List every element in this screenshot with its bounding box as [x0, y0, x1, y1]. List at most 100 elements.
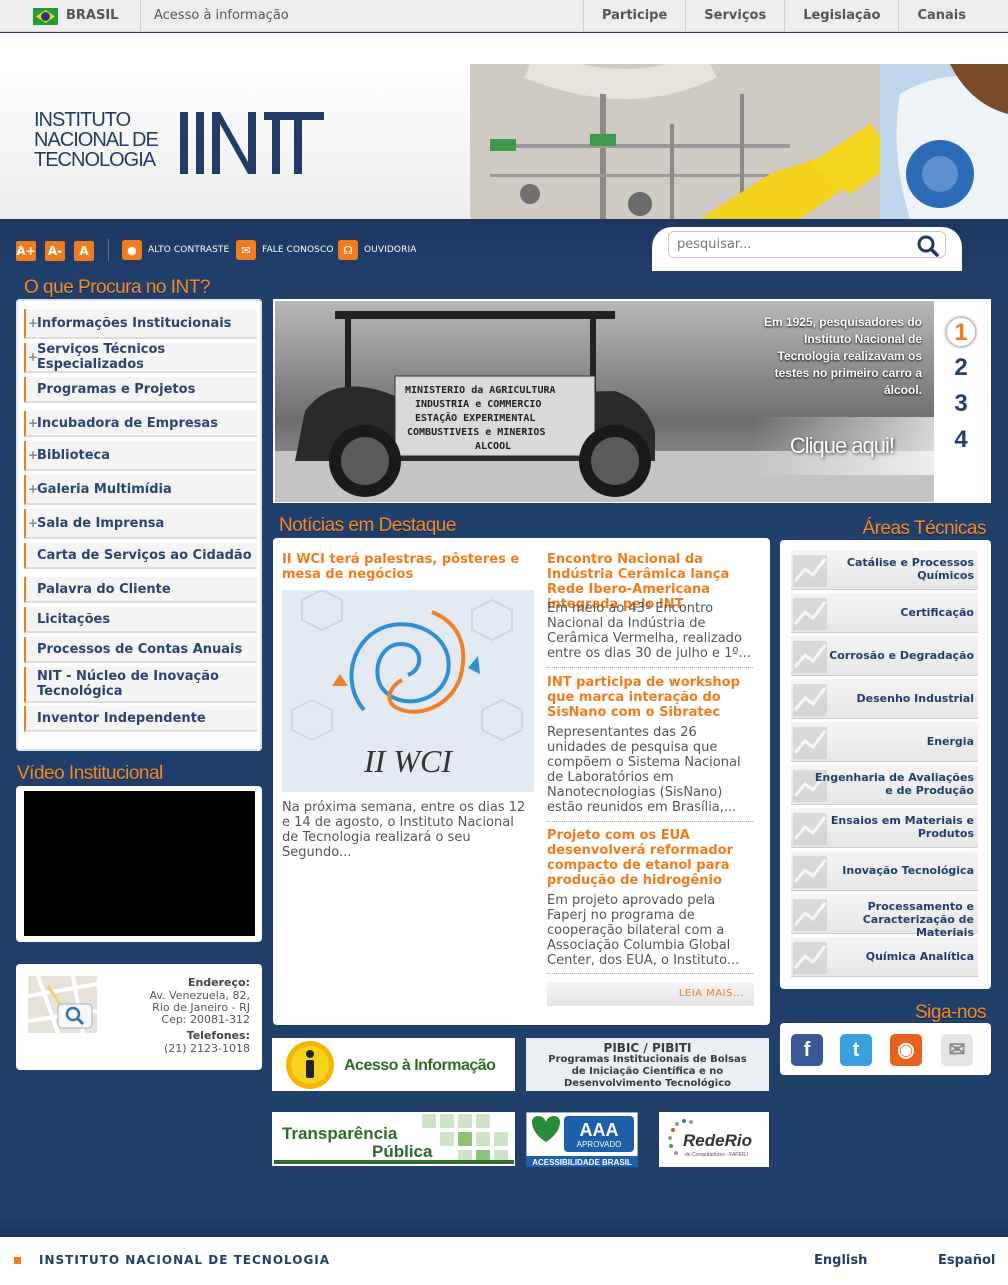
twitter-icon[interactable]: t	[840, 1034, 872, 1066]
area-item[interactable]: Processamento e Caracterização de Materi…	[791, 894, 978, 939]
gov-nav-participe[interactable]: Participe	[582, 0, 685, 32]
car-sign-line-4: COMBUSTIVEIS e MINERIOS	[407, 427, 545, 438]
left-menu-title: O que Procura no INT?	[24, 277, 210, 298]
area-item[interactable]: Corrosão e Degradação	[791, 636, 978, 676]
video-player[interactable]	[24, 791, 255, 936]
contact-button[interactable]: ✉ FALE CONOSCO	[236, 240, 334, 260]
search-input[interactable]	[669, 232, 909, 257]
area-item[interactable]: Química Analítica	[791, 937, 978, 977]
menu-item[interactable]: Licitações	[24, 607, 257, 633]
expand-plus-icon[interactable]: +	[28, 448, 38, 463]
menu-item-label: Serviços Técnicos Especializados	[37, 342, 166, 372]
font-reset-button[interactable]: A	[74, 241, 94, 261]
gov-nav-legislacao[interactable]: Legislação	[784, 0, 898, 32]
area-item[interactable]: Ensaios em Materiais e Produtos	[791, 808, 978, 848]
expand-plus-icon[interactable]: +	[28, 350, 38, 365]
feature-image-text: II WCI	[363, 743, 453, 779]
slide-page-4[interactable]: 4	[946, 425, 976, 455]
int-logo-icon[interactable]	[178, 110, 328, 176]
address-label: Endereço:	[187, 976, 250, 989]
language-english-link[interactable]: English	[814, 1253, 867, 1268]
map-thumbnail[interactable]	[28, 976, 97, 1033]
slide-cta-button[interactable]: Clique aqui!	[754, 417, 934, 475]
high-contrast-button[interactable]: ● ALTO CONTRASTE	[122, 240, 229, 260]
area-item-label: Corrosão e Degradação	[829, 649, 974, 662]
news-divider	[547, 667, 753, 668]
search-box	[668, 231, 946, 258]
menu-item-label: Inventor Independente	[37, 710, 206, 726]
gov-access-link[interactable]: Acesso à informação	[154, 8, 289, 23]
rederio-banner[interactable]: RedeRio de Computadores - FAPERJ	[659, 1112, 769, 1167]
slide-page-3[interactable]: 3	[946, 389, 976, 419]
email-icon[interactable]: ✉	[941, 1034, 973, 1066]
expand-plus-icon[interactable]: +	[28, 416, 38, 431]
language-spanish-link[interactable]: Español	[938, 1253, 995, 1268]
feature-headline[interactable]: II WCI terá palestras, pôsteres e mesa d…	[282, 552, 530, 582]
feature-image[interactable]: II WCI	[282, 590, 534, 792]
menu-item[interactable]: Carta de Serviços ao Cidadão	[24, 543, 257, 569]
area-item[interactable]: Desenho Industrial	[791, 679, 978, 719]
rss-icon[interactable]: ◉	[890, 1034, 922, 1066]
pibic-subtitle-line: Programas Institucionais de Bolsas	[548, 1054, 747, 1065]
ombudsman-button[interactable]: ☊ OUVIDORIA	[338, 240, 416, 260]
menu-item[interactable]: + Incubadora de Empresas	[24, 411, 257, 437]
transparencia-banner[interactable]: Transparência Pública	[272, 1112, 515, 1166]
news-item-2-headline[interactable]: INT participa de workshop que marca inte…	[547, 675, 757, 720]
news-item-2-summary: Representantes das 26 unidades de pesqui…	[547, 725, 741, 815]
area-item[interactable]: Inovação Tecnológica	[791, 851, 978, 891]
menu-item[interactable]: + Galeria Multimídia	[24, 475, 257, 505]
expand-plus-icon[interactable]: +	[28, 316, 38, 331]
toolbar-divider	[108, 239, 109, 261]
news-item-3-summary: Em projeto aprovado pela Faperj no progr…	[547, 893, 740, 968]
gov-nav-servicos[interactable]: Serviços	[685, 0, 784, 32]
search-icon[interactable]	[917, 235, 939, 257]
gov-bar: BRASIL Acesso à informação Participe Ser…	[0, 0, 1008, 32]
slide-page-2[interactable]: 2	[946, 353, 976, 383]
phone-number: (21) 2123-1018	[163, 1042, 250, 1055]
read-more-button[interactable]: LEIA MAIS...	[547, 982, 754, 1006]
video-title: Vídeo Institucional	[17, 763, 163, 784]
gov-nav: Participe Serviços Legislação Canais	[582, 0, 1008, 32]
area-item[interactable]: Certificação	[791, 593, 978, 633]
slide-caption: Em 1925, pesquisadores do Instituto Naci…	[763, 315, 922, 397]
menu-item[interactable]: Programas e Projetos	[24, 377, 257, 403]
logo-wordmark[interactable]: INSTITUTO NACIONAL DE TECNOLOGIA	[34, 110, 159, 170]
menu-item-label: Licitações	[37, 611, 111, 627]
area-item[interactable]: Catálise e Processos Químicos	[791, 550, 978, 590]
area-item-label: Catálise e Processos Químicos	[846, 556, 974, 582]
area-item-label: Energia	[926, 735, 974, 748]
news-item-3-headline[interactable]: Projeto com os EUA desenvolverá reformad…	[547, 828, 757, 888]
menu-item[interactable]: + Informações Institucionais	[24, 309, 257, 339]
phone-label: Telefones:	[186, 1029, 250, 1042]
menu-item[interactable]: Palavra do Cliente	[24, 577, 257, 603]
menu-item-label: Sala de Imprensa	[37, 515, 165, 531]
font-increase-button[interactable]: A+	[16, 241, 36, 261]
acesso-informacao-banner[interactable]: Acesso à Informação	[272, 1038, 515, 1091]
high-contrast-label: ALTO CONTRASTE	[148, 245, 230, 255]
gov-country-link[interactable]: BRASIL	[66, 8, 118, 23]
expand-plus-icon[interactable]: +	[28, 516, 38, 531]
car-sign-line-3: ESTAÇÃO EXPERIMENTAL	[415, 411, 535, 424]
menu-item-label: Carta de Serviços ao Cidadão	[37, 547, 252, 563]
expand-plus-icon[interactable]: +	[28, 482, 38, 497]
menu-item[interactable]: + Serviços Técnicos Especializados	[24, 342, 257, 373]
facebook-icon[interactable]: f	[791, 1034, 823, 1066]
gov-nav-canais[interactable]: Canais	[898, 0, 1008, 32]
font-decrease-button[interactable]: A-	[45, 241, 65, 261]
area-item-label: Processamento e Caracterização de Materi…	[862, 900, 974, 939]
acessibilidade-banner[interactable]: AAA APROVADO ACESSIBILIDADE BRASIL	[526, 1112, 638, 1167]
site-header: INSTITUTO NACIONAL DE TECNOLOGIA	[0, 64, 1008, 219]
menu-item[interactable]: NIT - Núcleo de Inovação Tecnológica	[24, 667, 257, 703]
mail-icon: ✉	[236, 240, 256, 260]
brazil-flag-icon[interactable]	[33, 8, 58, 25]
menu-item[interactable]: + Sala de Imprensa	[24, 509, 257, 539]
area-item[interactable]: Engenharia de Avaliações e de Produção	[791, 765, 978, 805]
menu-item[interactable]: Inventor Independente	[24, 706, 257, 732]
slide-page-1[interactable]: 1	[946, 317, 976, 347]
rederio-subtitle: de Computadores - FAPERJ	[685, 1152, 749, 1158]
menu-item-label: NIT - Núcleo de Inovação Tecnológica	[37, 669, 219, 699]
menu-item[interactable]: + Biblioteca	[24, 441, 257, 471]
menu-item[interactable]: Processos de Contas Anuais	[24, 637, 257, 663]
area-item[interactable]: Energia	[791, 722, 978, 762]
pibic-subtitle: Programas Institucionais de Bolsas de In…	[526, 1054, 769, 1090]
